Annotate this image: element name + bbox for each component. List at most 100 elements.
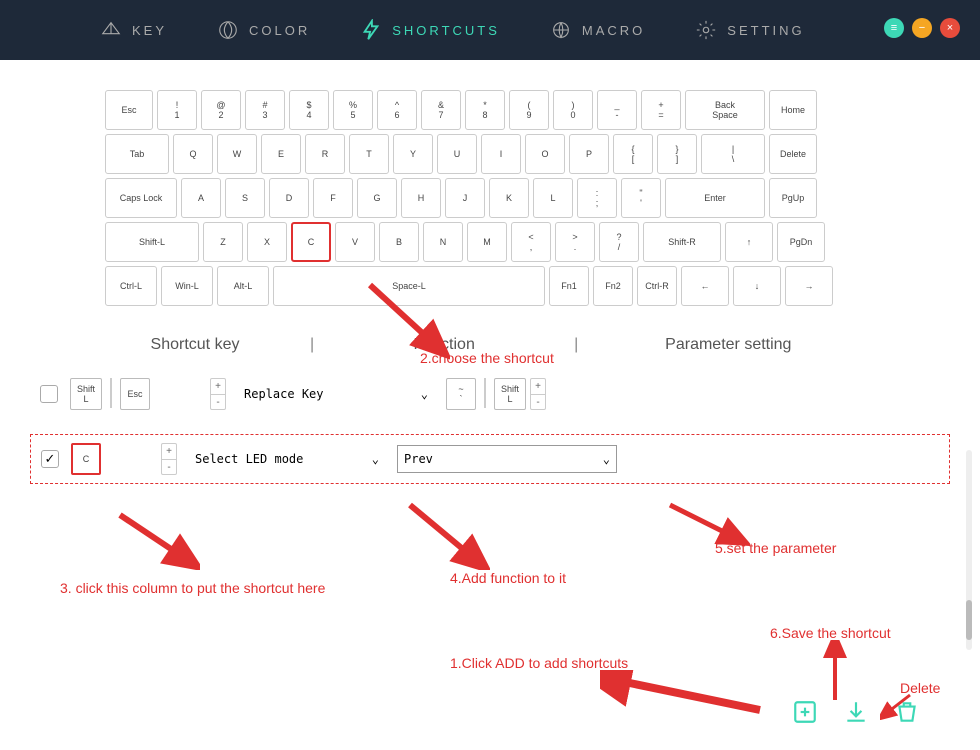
keyboard-key[interactable]: !1 (157, 90, 197, 130)
shortcut-key-cell[interactable]: ShiftLEsc (70, 378, 150, 410)
keyboard-key[interactable]: >. (555, 222, 595, 262)
keyboard-key[interactable]: *8 (465, 90, 505, 130)
shortcut-key-cell[interactable]: C (71, 443, 101, 475)
keyboard-key[interactable]: Esc (105, 90, 153, 130)
keyboard-key[interactable]: A (181, 178, 221, 218)
keyboard-key[interactable]: J (445, 178, 485, 218)
keyboard-key[interactable]: Space-L (273, 266, 545, 306)
keyboard-key[interactable]: D (269, 178, 309, 218)
parameter-select[interactable]: Prev⌄ (397, 445, 617, 473)
keyboard-key[interactable]: PgUp (769, 178, 817, 218)
keyboard-key[interactable]: @2 (201, 90, 241, 130)
keyboard-key[interactable]: Home (769, 90, 817, 130)
keyboard-key[interactable]: Shift-L (105, 222, 199, 262)
param-key-cell[interactable]: ~`ShiftL (446, 378, 526, 410)
parameter-cell: Prev⌄ (397, 445, 617, 473)
keyboard-key[interactable]: N (423, 222, 463, 262)
col-parameter: Parameter setting (598, 336, 858, 354)
keyboard-key[interactable]: I (481, 134, 521, 174)
keyboard-key[interactable]: |\ (701, 134, 765, 174)
keyboard-key[interactable]: F (313, 178, 353, 218)
nav-shortcuts[interactable]: SHORTCUTS (360, 19, 500, 41)
anno-delete: Delete (900, 680, 940, 696)
keyboard-key[interactable]: ^6 (377, 90, 417, 130)
minimize-button[interactable]: − (912, 18, 932, 38)
keyboard-key[interactable]: Fn2 (593, 266, 633, 306)
keyboard-key[interactable]: K (489, 178, 529, 218)
keyboard-key[interactable]: E (261, 134, 301, 174)
keyboard-key[interactable]: ?/ (599, 222, 639, 262)
keyboard-key[interactable]: :; (577, 178, 617, 218)
anno-3: 3. click this column to put the shortcut… (60, 580, 325, 596)
close-button[interactable]: × (940, 18, 960, 38)
key-stepper[interactable]: +- (210, 378, 226, 410)
keyboard-key[interactable]: C (291, 222, 331, 262)
row-checkbox[interactable]: ✓ (41, 450, 59, 468)
arrow-4 (400, 500, 490, 570)
keyboard-key[interactable]: }] (657, 134, 697, 174)
keyboard-key[interactable]: Enter (665, 178, 765, 218)
keyboard-key[interactable]: Fn1 (549, 266, 589, 306)
keyboard-key[interactable]: X (247, 222, 287, 262)
keyboard-key[interactable]: (9 (509, 90, 549, 130)
key-icon (100, 19, 122, 41)
keyboard-key[interactable]: BackSpace (685, 90, 765, 130)
keyboard-key[interactable]: P (569, 134, 609, 174)
keyboard-key[interactable]: O (525, 134, 565, 174)
keyboard-key[interactable]: L (533, 178, 573, 218)
function-select[interactable]: Replace Key⌄ (236, 379, 436, 409)
keyboard-key[interactable]: ↓ (733, 266, 781, 306)
keyboard-key[interactable]: )0 (553, 90, 593, 130)
keyboard-key[interactable]: Ctrl-R (637, 266, 677, 306)
keyboard-key[interactable]: Shift-R (643, 222, 721, 262)
keyboard-key[interactable]: S (225, 178, 265, 218)
keyboard-key[interactable]: U (437, 134, 477, 174)
keyboard-key[interactable]: M (467, 222, 507, 262)
keyboard-key[interactable]: Z (203, 222, 243, 262)
function-select[interactable]: Select LED mode⌄ (187, 444, 387, 474)
save-button[interactable] (843, 699, 869, 725)
keyboard-key[interactable]: ← (681, 266, 729, 306)
keyboard-key[interactable]: Q (173, 134, 213, 174)
keyboard-key[interactable]: _- (597, 90, 637, 130)
col-sep: | (554, 336, 598, 354)
nav-macro[interactable]: MACRO (550, 19, 645, 41)
keyboard-key[interactable]: Tab (105, 134, 169, 174)
keyboard-key[interactable]: B (379, 222, 419, 262)
keyboard-key[interactable]: Delete (769, 134, 817, 174)
keyboard-key[interactable]: $4 (289, 90, 329, 130)
keyboard-key[interactable]: Alt-L (217, 266, 269, 306)
nav-color[interactable]: COLOR (217, 19, 310, 41)
shortcut-rows: ShiftLEsc+-Replace Key⌄~`ShiftL+-✓C+-Sel… (30, 369, 950, 484)
keyboard-key[interactable]: G (357, 178, 397, 218)
keyboard-key[interactable]: ↑ (725, 222, 773, 262)
scrollbar-thumb[interactable] (966, 600, 972, 640)
keyboard-key[interactable]: "' (621, 178, 661, 218)
keyboard-key[interactable]: {[ (613, 134, 653, 174)
keyboard-key[interactable]: R (305, 134, 345, 174)
header: KEY COLOR SHORTCUTS MACRO SETTING ≡ − × (0, 0, 980, 60)
list-button[interactable]: ≡ (884, 18, 904, 38)
keyboard-key[interactable]: H (401, 178, 441, 218)
keyboard-key[interactable]: += (641, 90, 681, 130)
keyboard-key[interactable]: &7 (421, 90, 461, 130)
keyboard-key[interactable]: → (785, 266, 833, 306)
key-stepper[interactable]: +- (161, 443, 177, 475)
keyboard-key[interactable]: Caps Lock (105, 178, 177, 218)
keyboard-key[interactable]: W (217, 134, 257, 174)
keyboard-key[interactable]: PgDn (777, 222, 825, 262)
row-checkbox[interactable] (40, 385, 58, 403)
keyboard-key[interactable]: Win-L (161, 266, 213, 306)
keyboard-key[interactable]: V (335, 222, 375, 262)
delete-button[interactable] (894, 699, 920, 725)
add-button[interactable] (792, 699, 818, 725)
nav-key[interactable]: KEY (100, 19, 167, 41)
keyboard-key[interactable]: Ctrl-L (105, 266, 157, 306)
param-stepper[interactable]: +- (530, 378, 546, 410)
keyboard-key[interactable]: <, (511, 222, 551, 262)
keyboard-key[interactable]: Y (393, 134, 433, 174)
keyboard-key[interactable]: %5 (333, 90, 373, 130)
nav-setting[interactable]: SETTING (695, 19, 804, 41)
keyboard-key[interactable]: T (349, 134, 389, 174)
keyboard-key[interactable]: #3 (245, 90, 285, 130)
